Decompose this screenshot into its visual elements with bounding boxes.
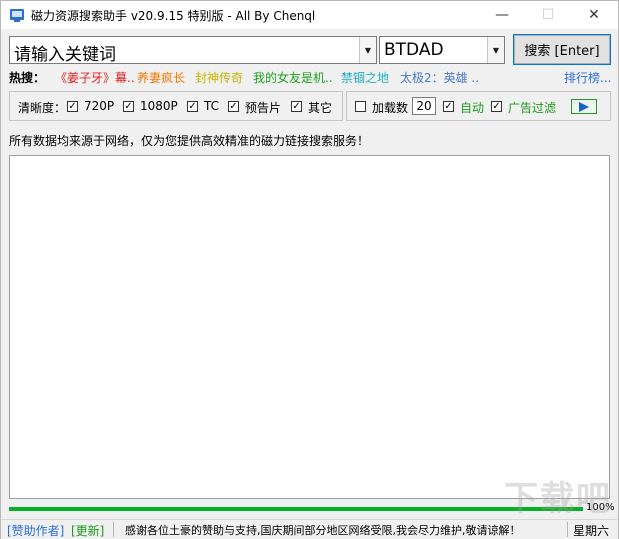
engine-select[interactable]: BTDAD ▼ <box>379 36 505 64</box>
weekday-label: 星期六 <box>573 524 610 538</box>
minimize-button[interactable]: — <box>479 1 525 29</box>
keyword-input[interactable]: 请输入关键词 <box>14 40 116 65</box>
status-separator <box>113 522 114 537</box>
close-button[interactable]: ✕ <box>571 1 617 29</box>
results-list[interactable] <box>9 155 610 499</box>
ranking-link[interactable]: 排行榜... <box>564 69 611 86</box>
status-bar: [赞助作者] [更新] 感谢各位土豪的赞助与支持,国庆期间部分地区网络受限,我会… <box>1 519 618 539</box>
load-count-input[interactable]: 20 <box>412 97 436 115</box>
watermark-logo: 下载吧 <box>504 479 612 519</box>
keyword-combobox[interactable]: 请输入关键词 ▼ <box>9 36 377 65</box>
ad-filter-checkbox[interactable]: ✓ <box>491 101 502 112</box>
clarity-tc-label: TC <box>204 99 220 113</box>
title-bar: 磁力资源搜索助手 v20.9.15 特别版 - All By Chenql — … <box>1 1 618 29</box>
play-button[interactable] <box>571 99 597 114</box>
app-icon <box>10 9 24 22</box>
status-separator <box>567 522 568 537</box>
clarity-trailer-checkbox[interactable]: ✓ <box>228 101 239 112</box>
auto-checkbox[interactable]: ✓ <box>443 101 454 112</box>
hot-item-4[interactable]: 我的女友是机.. <box>253 69 333 86</box>
clarity-720p-checkbox[interactable]: ✓ <box>67 101 78 112</box>
status-message: 感谢各位土豪的赞助与支持,国庆期间部分地区网络受限,我会尽力维护,敬请谅解！ <box>125 524 521 537</box>
clarity-other-label: 其它 <box>308 101 333 115</box>
load-count-checkbox[interactable] <box>355 101 366 112</box>
sponsor-link[interactable]: [赞助作者] <box>7 522 64 539</box>
clarity-other-checkbox[interactable]: ✓ <box>291 101 302 112</box>
play-icon <box>579 101 589 112</box>
hot-item-1[interactable]: 《姜子牙》幕.. <box>55 69 135 86</box>
keyword-dropdown-arrow-icon[interactable]: ▼ <box>359 37 376 63</box>
hot-item-3[interactable]: 封神传奇 <box>195 69 243 86</box>
clarity-trailer-label: 预告片 <box>245 101 282 115</box>
clarity-group: 清晰度： ✓ 720P ✓ 1080P ✓ TC ✓ 预告片 ✓ 其它 <box>9 91 343 121</box>
window-title: 磁力资源搜索助手 v20.9.15 特别版 - All By Chenql <box>31 9 316 23</box>
hot-item-2[interactable]: 养妻疯长 <box>137 69 185 86</box>
options-group: 加载数 20 ✓ 自动 ✓ 广告过滤 <box>346 91 611 121</box>
clarity-label: 清晰度： <box>18 101 67 115</box>
app-window: 磁力资源搜索助手 v20.9.15 特别版 - All By Chenql — … <box>0 0 619 539</box>
search-button[interactable]: 搜索 [Enter] <box>513 34 611 65</box>
clarity-tc-checkbox[interactable]: ✓ <box>187 101 198 112</box>
clarity-1080p-label: 1080P <box>140 99 178 113</box>
ad-filter-label: 广告过滤 <box>508 101 557 115</box>
engine-dropdown-arrow-icon[interactable]: ▼ <box>487 37 504 63</box>
maximize-button[interactable]: ☐ <box>525 1 571 29</box>
hot-item-6[interactable]: 太极2：英雄 .. <box>400 69 479 86</box>
clarity-720p-label: 720P <box>84 99 115 113</box>
engine-value: BTDAD <box>384 40 444 60</box>
hot-search-label: 热搜： <box>9 71 46 85</box>
update-link[interactable]: [更新] <box>71 522 104 539</box>
progress-bar <box>9 507 583 511</box>
load-count-label: 加载数 <box>372 101 409 115</box>
auto-label: 自动 <box>460 101 485 115</box>
hot-item-5[interactable]: 禁锢之地 <box>341 69 389 86</box>
notice-text: 所有数据均来源于网络，仅为您提供高效精准的磁力链接搜索服务！ <box>9 134 370 148</box>
clarity-1080p-checkbox[interactable]: ✓ <box>123 101 134 112</box>
